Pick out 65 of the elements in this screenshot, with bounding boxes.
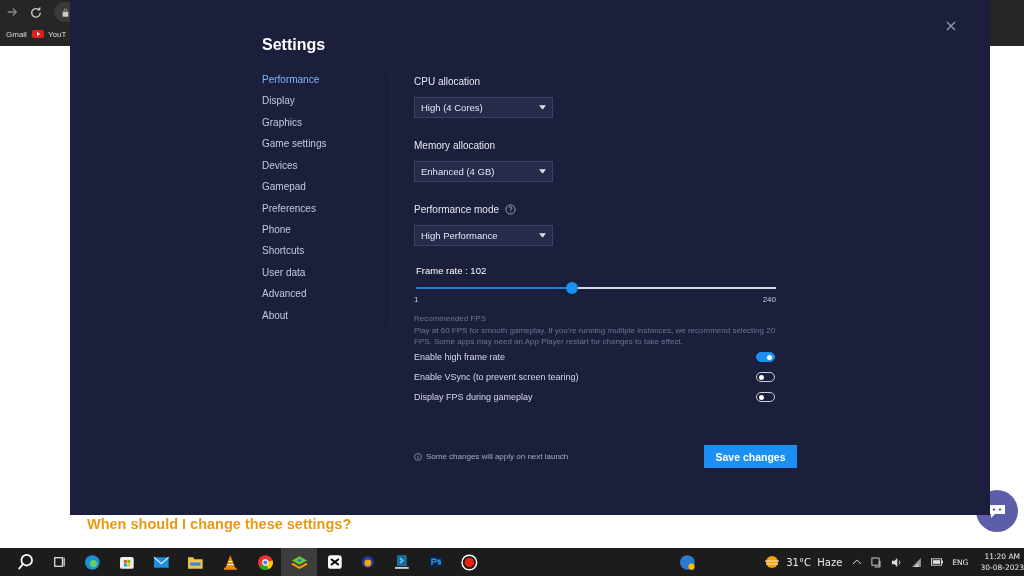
page-heading: When should I change these settings?	[87, 516, 352, 532]
task-view-icon[interactable]	[52, 555, 67, 569]
sun-icon	[763, 555, 782, 569]
dropdown[interactable]: High (4 Cores)	[414, 97, 553, 118]
settings-nav-item[interactable]: Shortcuts	[262, 245, 390, 260]
dropdown[interactable]: High Performance	[414, 225, 553, 246]
caret-icon	[539, 169, 546, 174]
bookmark-link[interactable]: YouT	[47, 29, 67, 39]
record-app-icon[interactable]	[461, 553, 479, 571]
help-icon[interactable]	[678, 553, 696, 571]
reload-icon[interactable]	[30, 6, 42, 18]
search-icon[interactable]	[17, 553, 35, 571]
play-icon	[31, 30, 44, 38]
settings-nav-item[interactable]: Advanced	[262, 288, 390, 303]
toggle-label: Enable high frame rate	[414, 352, 506, 362]
slider-thumb[interactable]	[566, 282, 579, 294]
wifi-icon[interactable]	[910, 556, 922, 568]
layers-app-icon	[290, 553, 308, 571]
note-text: Some changes will apply on next launch	[426, 452, 569, 461]
slider-label: Frame rate : 102	[416, 265, 487, 276]
toggle-switch[interactable]	[756, 352, 775, 362]
taskbar-app-button[interactable]	[281, 548, 317, 576]
forward-icon[interactable]	[6, 6, 18, 18]
cone-app-icon[interactable]	[222, 553, 239, 571]
tablet-icon[interactable]	[871, 556, 882, 568]
bookmark-link[interactable]: Gmail	[6, 29, 27, 39]
photo-editor-app-icon[interactable]	[427, 554, 444, 570]
settings-nav-item[interactable]: Phone	[262, 223, 390, 239]
settings-nav-item[interactable]: About	[262, 309, 390, 325]
editor-app-icon[interactable]	[326, 554, 343, 570]
weather-widget[interactable]: 31°C Haze	[763, 555, 843, 569]
field-label: Memory allocation	[414, 139, 496, 151]
field-label: Performance mode	[414, 203, 500, 215]
hint-title: Recommended FPS	[414, 314, 488, 323]
installer-app-icon[interactable]	[394, 554, 410, 570]
chat-icon	[987, 503, 1007, 519]
settings-nav-item[interactable]: Gamepad	[262, 181, 390, 196]
info-icon	[414, 452, 422, 461]
settings-nav-item[interactable]: Devices	[262, 159, 390, 175]
dropdown[interactable]: Enhanced (4 GB)	[414, 161, 553, 182]
chrome-app-icon[interactable]	[256, 553, 274, 571]
dialog-title: Settings	[262, 36, 327, 55]
caret-icon	[539, 105, 546, 110]
battery-icon[interactable]	[930, 558, 944, 566]
slider-min-label: 1	[414, 295, 419, 304]
settings-nav-item[interactable]: Performance	[262, 74, 390, 89]
browser-app-icon[interactable]	[84, 553, 102, 571]
speaker-icon[interactable]	[890, 556, 902, 568]
circle-app-icon[interactable]	[360, 554, 377, 570]
slider-max-label: 240	[762, 295, 776, 304]
lock-icon	[62, 7, 69, 17]
toggle-label: Enable VSync (to prevent screen tearing)	[414, 372, 579, 382]
settings-nav-item[interactable]: Display	[262, 95, 390, 110]
field-label: CPU allocation	[414, 75, 481, 87]
close-icon[interactable]	[946, 21, 956, 31]
chevron-up-icon[interactable]	[852, 559, 863, 565]
settings-nav-item[interactable]: Game settings	[262, 138, 390, 153]
settings-nav-item[interactable]: Graphics	[262, 116, 390, 132]
help-icon[interactable]	[505, 203, 517, 215]
toggle-label: Display FPS during gameplay	[414, 392, 533, 402]
hint-text: Play at 60 FPS for smooth gameplay. If you're running multiple instances, we recommend selecting 20 FPS. Some apps may need an App Player restart for changes to take effect.	[414, 325, 777, 347]
settings-nav-item[interactable]: Preferences	[262, 202, 390, 217]
store-app-icon[interactable]	[119, 554, 135, 570]
caret-icon	[539, 233, 546, 238]
settings-nav-item[interactable]: User data	[262, 266, 390, 282]
